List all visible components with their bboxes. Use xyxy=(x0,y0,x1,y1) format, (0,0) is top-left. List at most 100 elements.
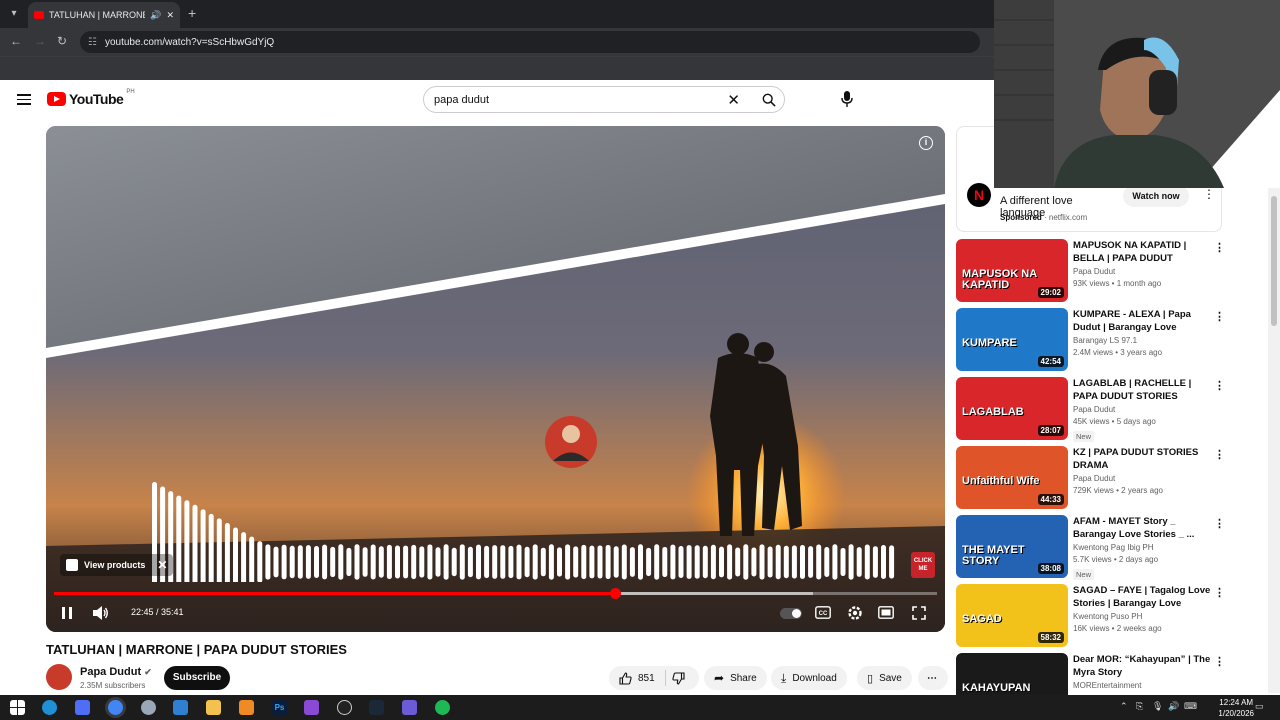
watch-now-button[interactable]: Watch now xyxy=(1123,185,1189,207)
app-icon-10[interactable] xyxy=(337,700,352,715)
video-title[interactable]: KZ | PAPA DUDUT STORIES DRAMA xyxy=(1073,446,1211,472)
app-icon-9[interactable] xyxy=(304,700,319,715)
tray-keyboard-icon[interactable]: ⌨ xyxy=(1184,701,1197,712)
video-menu-icon[interactable]: ⋮ xyxy=(1214,310,1225,323)
video-menu-icon[interactable]: ⋮ xyxy=(1214,241,1225,254)
recommendation-item[interactable]: SAGAD 58:32 SAGAD – FAYE | Tagalog Love St… xyxy=(956,584,1226,648)
address-input[interactable]: ☷ youtube.com/watch?v=sScHbwGdYjQ xyxy=(80,31,980,53)
progress-bar[interactable] xyxy=(54,588,937,599)
taskbar-clock[interactable]: 12:24 AM 1/20/2026 xyxy=(1218,697,1254,719)
settings-gear-icon[interactable] xyxy=(847,605,863,621)
captions-icon[interactable]: CC xyxy=(815,606,831,619)
recommendation-item[interactable]: MAPUSOK NA KAPATID 29:02 MAPUSOK NA KAPATI… xyxy=(956,239,1226,303)
recommendation-item[interactable]: THE MAYET STORY 38:08 AFAM - MAYET Story _… xyxy=(956,515,1226,580)
spotify-icon[interactable] xyxy=(435,700,450,715)
video-thumbnail[interactable]: THE MAYET STORY 38:08 xyxy=(956,515,1068,578)
site-info-icon[interactable]: ☷ xyxy=(88,37,97,48)
forward-icon[interactable]: → xyxy=(34,34,46,48)
video-thumbnail[interactable]: Unfaithful Wife 44:33 xyxy=(956,446,1068,509)
app-icon-4[interactable] xyxy=(141,700,156,715)
file-explorer-icon[interactable] xyxy=(206,700,221,715)
scrollbar-thumb[interactable] xyxy=(1271,196,1277,326)
share-button[interactable]: ➦ Share xyxy=(704,666,767,690)
tab-search-icon[interactable]: ▾ xyxy=(6,6,22,22)
autoplay-toggle[interactable] xyxy=(780,608,802,619)
copilot-icon[interactable] xyxy=(75,700,90,715)
clear-search-icon[interactable]: ✕ xyxy=(727,91,740,109)
view-products-button[interactable]: View products ✕ xyxy=(60,554,174,576)
pause-icon[interactable] xyxy=(62,607,72,619)
volume-icon[interactable] xyxy=(93,606,109,620)
tray-mic-icon[interactable]: 🎙 xyxy=(1152,701,1163,712)
channel-name[interactable]: Papa Dudut xyxy=(1073,474,1211,483)
voice-search-icon[interactable] xyxy=(840,90,854,108)
ad-menu-icon[interactable]: ⋮ xyxy=(1203,187,1215,201)
tab-close-icon[interactable]: ✕ xyxy=(166,10,174,21)
channel-name[interactable]: Barangay LS 97.1 xyxy=(1073,336,1211,345)
video-info-icon[interactable]: i xyxy=(919,136,933,150)
download-button[interactable]: ⤓ Download xyxy=(771,666,847,690)
search-input[interactable]: papa dudut xyxy=(434,94,727,106)
channel-name[interactable]: Papa Dudut xyxy=(1073,267,1211,276)
photoshop-icon[interactable]: Ps xyxy=(272,700,287,715)
recommendation-item[interactable]: KAHAYUPAN Dear MOR: “Kahayupan” | The Myr… xyxy=(956,653,1226,696)
notification-icon[interactable]: ▭ xyxy=(1255,701,1264,712)
video-thumbnail[interactable]: MAPUSOK NA KAPATID 29:02 xyxy=(956,239,1068,302)
video-title[interactable]: Dear MOR: “Kahayupan” | The Myra Story xyxy=(1073,653,1211,679)
video-title[interactable]: KUMPARE - ALEXA | Papa Dudut | Barangay … xyxy=(1073,308,1211,334)
tab-audio-icon[interactable]: 🔊 xyxy=(150,10,161,21)
back-icon[interactable]: ← xyxy=(10,34,22,48)
sublime-icon[interactable] xyxy=(239,700,254,715)
channel-name[interactable]: MOREntertainment xyxy=(1073,681,1211,690)
video-player[interactable]: i View products ✕ CLICK ME 22:45 / 35:41… xyxy=(46,126,945,632)
new-tab-icon[interactable]: + xyxy=(188,5,196,21)
hamburger-menu-icon[interactable] xyxy=(17,94,31,105)
recommendation-item[interactable]: LAGABLAB 28:07 LAGABLAB | RACHELLE | PAPA … xyxy=(956,377,1226,442)
video-menu-icon[interactable]: ⋮ xyxy=(1214,379,1225,392)
windows-start-icon[interactable] xyxy=(10,700,25,715)
tray-chevron-icon[interactable]: ⌃ xyxy=(1120,701,1128,712)
save-button[interactable]: ▯ Save xyxy=(857,666,912,690)
click-me-badge[interactable]: CLICK ME xyxy=(911,552,935,578)
recommendation-item[interactable]: KUMPARE 42:54 KUMPARE - ALEXA | Papa Dudut… xyxy=(956,308,1226,372)
channel-avatar[interactable] xyxy=(46,664,72,690)
video-thumbnail[interactable]: LAGABLAB 28:07 xyxy=(956,377,1068,440)
video-title[interactable]: MAPUSOK NA KAPATID | BELLA | PAPA DUDUT … xyxy=(1073,239,1211,265)
video-thumbnail[interactable]: SAGAD 58:32 xyxy=(956,584,1068,647)
video-thumbnail[interactable]: KUMPARE 42:54 xyxy=(956,308,1068,371)
theater-mode-icon[interactable] xyxy=(878,606,894,619)
like-button[interactable]: 851 xyxy=(619,671,655,685)
video-title[interactable]: AFAM - MAYET Story _ Barangay Love Stori… xyxy=(1073,515,1211,541)
channel-name[interactable]: Papa Dudut ✔ xyxy=(80,666,152,678)
chrome-icon[interactable] xyxy=(108,700,123,715)
youtube-logo[interactable]: YouTube PH xyxy=(47,89,135,107)
browser-tab[interactable]: TATLUHAN | MARRONE | PA 🔊 ✕ xyxy=(28,2,180,28)
search-box[interactable]: papa dudut ✕ xyxy=(423,86,785,113)
video-menu-icon[interactable]: ⋮ xyxy=(1214,517,1225,530)
obs-icon[interactable] xyxy=(402,700,417,715)
video-menu-icon[interactable]: ⋮ xyxy=(1214,655,1225,668)
video-menu-icon[interactable]: ⋮ xyxy=(1214,448,1225,461)
thumbs-down-icon[interactable] xyxy=(672,671,685,685)
scrubber-handle[interactable] xyxy=(609,588,621,599)
channel-name[interactable]: Kwentong Pag Ibig PH xyxy=(1073,543,1211,552)
subscribe-button[interactable]: Subscribe xyxy=(164,666,230,690)
channel-name[interactable]: Kwentong Puso PH xyxy=(1073,612,1211,621)
recommendation-item[interactable]: Unfaithful Wife 44:33 KZ | PAPA DUDUT STOR… xyxy=(956,446,1226,510)
tray-network-app-icon[interactable]: ⎘ xyxy=(1136,701,1143,712)
vscode-icon[interactable] xyxy=(173,700,188,715)
page-scrollbar[interactable] xyxy=(1268,188,1280,693)
reload-icon[interactable]: ↻ xyxy=(57,34,67,48)
video-thumbnail[interactable]: KAHAYUPAN xyxy=(956,653,1068,696)
more-actions-icon[interactable]: ⋯ xyxy=(918,666,948,690)
channel-name[interactable]: Papa Dudut xyxy=(1073,405,1211,414)
video-title[interactable]: SAGAD – FAYE | Tagalog Love Stories | Ba… xyxy=(1073,584,1211,610)
tray-volume-icon[interactable]: 🔊 xyxy=(1168,701,1179,712)
steam-icon[interactable] xyxy=(369,700,384,715)
video-menu-icon[interactable]: ⋮ xyxy=(1214,586,1225,599)
video-title[interactable]: LAGABLAB | RACHELLE | PAPA DUDUT STORIES xyxy=(1073,377,1211,403)
close-products-icon[interactable]: ✕ xyxy=(157,558,167,572)
edge-icon[interactable] xyxy=(42,700,57,715)
search-icon[interactable] xyxy=(762,93,776,107)
fullscreen-icon[interactable] xyxy=(912,606,926,620)
